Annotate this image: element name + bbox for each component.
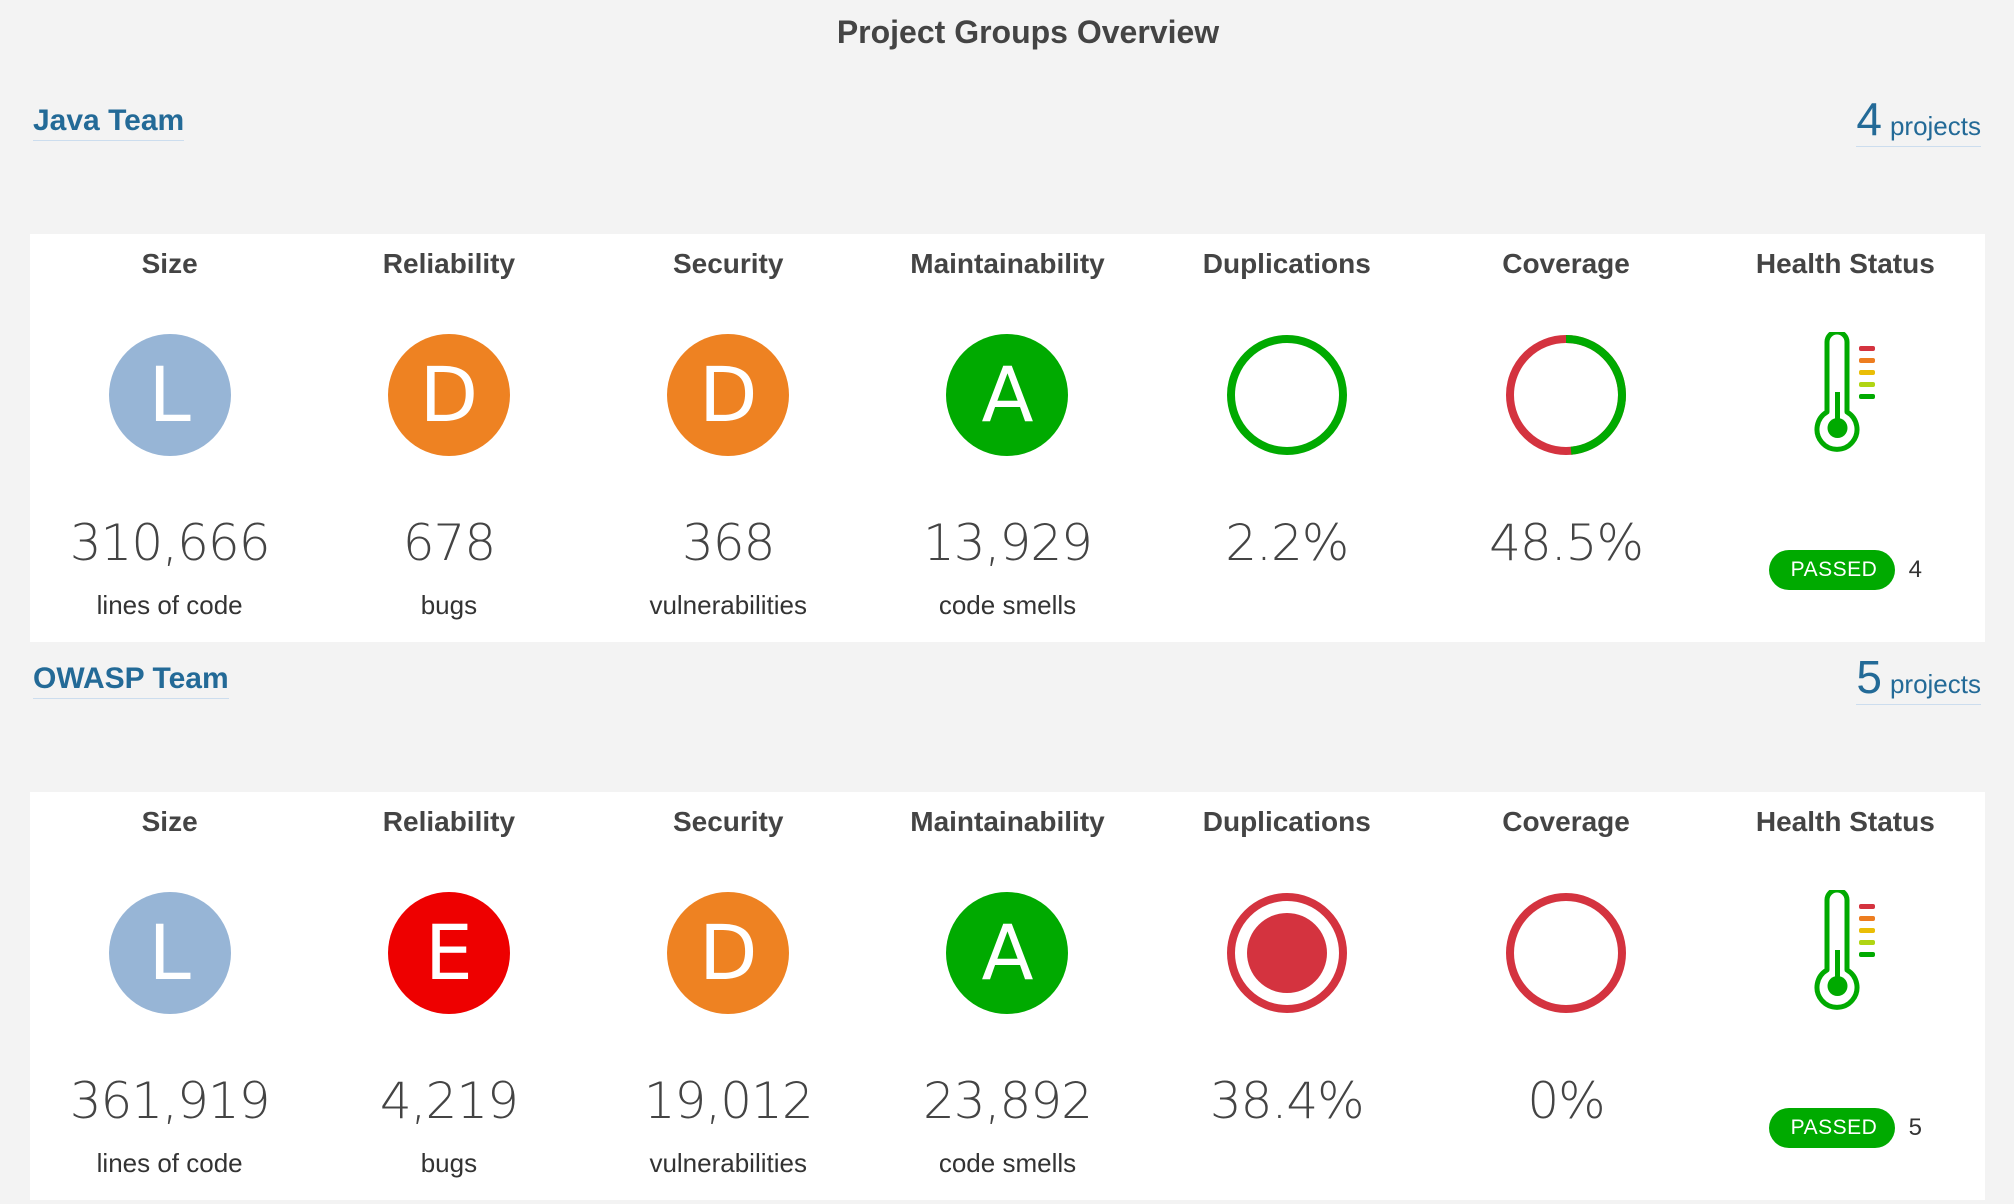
project-group-java-team: Java Team 4 projects Size L 310,666 lines… [30, 93, 1985, 642]
coverage-value[interactable]: 0% [1426, 1072, 1705, 1130]
project-group-owasp-team: OWASP Team 5 projects Size L 361,919 line… [30, 651, 1985, 1200]
code-smells-value[interactable]: 13,929 [868, 514, 1147, 572]
bugs-value[interactable]: 678 [309, 514, 588, 572]
column-title-reliability: Reliability [382, 806, 516, 837]
maintainability-rating-badge[interactable]: A [946, 334, 1069, 456]
reliability-rating-badge[interactable]: E [387, 892, 510, 1014]
code-smells-label: code smells [938, 1148, 1077, 1178]
size-column: Size L 361,919 lines of code [30, 792, 309, 1200]
duplications-value[interactable]: 38.4% [1147, 1072, 1426, 1130]
size-rating-badge: L [108, 334, 231, 456]
project-count-link[interactable]: 5 projects [1856, 650, 1981, 705]
duplications-red-bullseye-icon [1226, 893, 1347, 1013]
health-status: PASSED 5 [1706, 1108, 1985, 1148]
column-title-health-status: Health Status [1755, 806, 1935, 837]
coverage-value[interactable]: 48.5% [1426, 514, 1705, 572]
column-title-duplications: Duplications [1202, 806, 1371, 837]
column-title-size: Size [141, 248, 198, 279]
code-smells-value[interactable]: 23,892 [868, 1072, 1147, 1130]
bugs-label: bugs [420, 1148, 478, 1178]
health-status-column: Health Status PASSED 4 [1706, 234, 1985, 642]
size-unit-label: lines of code [96, 590, 243, 620]
column-title-coverage: Coverage [1502, 806, 1630, 837]
health-status: PASSED 4 [1706, 550, 1985, 590]
bugs-value[interactable]: 4,219 [309, 1072, 588, 1130]
column-title-coverage: Coverage [1502, 248, 1630, 279]
reliability-rating-badge[interactable]: D [387, 334, 510, 456]
reliability-column: Reliability E 4,219 bugs [309, 792, 588, 1200]
security-rating-badge[interactable]: D [667, 892, 790, 1014]
column-title-maintainability: Maintainability [910, 806, 1105, 837]
duplications-column: Duplications 2.2% [1147, 234, 1426, 642]
vulnerabilities-label: vulnerabilities [649, 1148, 807, 1178]
reliability-column: Reliability D 678 bugs [309, 234, 588, 642]
passed-count: 5 [1908, 1114, 1922, 1141]
passed-badge[interactable]: PASSED [1768, 550, 1895, 590]
bugs-label: bugs [420, 590, 478, 620]
project-count-link[interactable]: 4 projects [1856, 92, 1981, 147]
security-column: Security D 19,012 vulnerabilities [589, 792, 868, 1200]
duplications-column: Duplications 38.4% [1147, 792, 1426, 1200]
passed-badge[interactable]: PASSED [1768, 1108, 1895, 1148]
maintainability-column: Maintainability A 13,929 code smells [868, 234, 1147, 642]
project-count-number: 5 [1856, 651, 1882, 703]
maintainability-column: Maintainability A 23,892 code smells [868, 792, 1147, 1200]
passed-count: 4 [1908, 556, 1922, 583]
project-count-label: projects [1889, 111, 1981, 141]
size-unit-label: lines of code [96, 1148, 243, 1178]
size-rating-badge: L [108, 892, 231, 1014]
security-column: Security D 368 vulnerabilities [589, 234, 868, 642]
project-count-label: projects [1889, 669, 1981, 699]
column-title-reliability: Reliability [382, 248, 516, 279]
column-title-size: Size [141, 806, 198, 837]
project-count-number: 4 [1856, 93, 1882, 145]
column-title-duplications: Duplications [1202, 248, 1371, 279]
column-title-health-status: Health Status [1755, 248, 1935, 279]
vulnerabilities-label: vulnerabilities [649, 590, 807, 620]
size-value: 361,919 [69, 1072, 271, 1130]
group-header: OWASP Team 5 projects [30, 651, 1985, 792]
size-value: 310,666 [69, 514, 271, 572]
group-header: Java Team 4 projects [30, 93, 1985, 234]
group-name-link[interactable]: OWASP Team [33, 662, 229, 699]
duplications-green-ring-icon [1226, 335, 1347, 455]
page: Project Groups Overview Java Team 4 proje… [0, 0, 2014, 1204]
column-title-security: Security [672, 806, 784, 837]
maintainability-rating-badge[interactable]: A [946, 892, 1069, 1014]
thermometer-icon [1814, 332, 1876, 452]
health-status-column: Health Status PASSED 5 [1706, 792, 1985, 1200]
group-name-link[interactable]: Java Team [33, 104, 185, 141]
coverage-column: Coverage 0% [1426, 792, 1705, 1200]
security-rating-badge[interactable]: D [667, 334, 790, 456]
duplications-value[interactable]: 2.2% [1147, 514, 1426, 572]
vulnerabilities-value[interactable]: 368 [589, 514, 868, 572]
code-smells-label: code smells [938, 590, 1077, 620]
coverage-donut-icon [1506, 893, 1627, 1013]
size-column: Size L 310,666 lines of code [30, 234, 309, 642]
column-title-security: Security [672, 248, 784, 279]
column-title-maintainability: Maintainability [910, 248, 1105, 279]
vulnerabilities-value[interactable]: 19,012 [589, 1072, 868, 1130]
coverage-donut-icon [1506, 335, 1627, 455]
metrics-card: Size L 361,919 lines of code Reliability… [30, 792, 1985, 1200]
thermometer-icon [1814, 890, 1876, 1010]
metrics-card: Size L 310,666 lines of code Reliability… [30, 234, 1985, 642]
coverage-column: Coverage 48.5% [1426, 234, 1705, 642]
page-title: Project Groups Overview [836, 14, 1220, 50]
